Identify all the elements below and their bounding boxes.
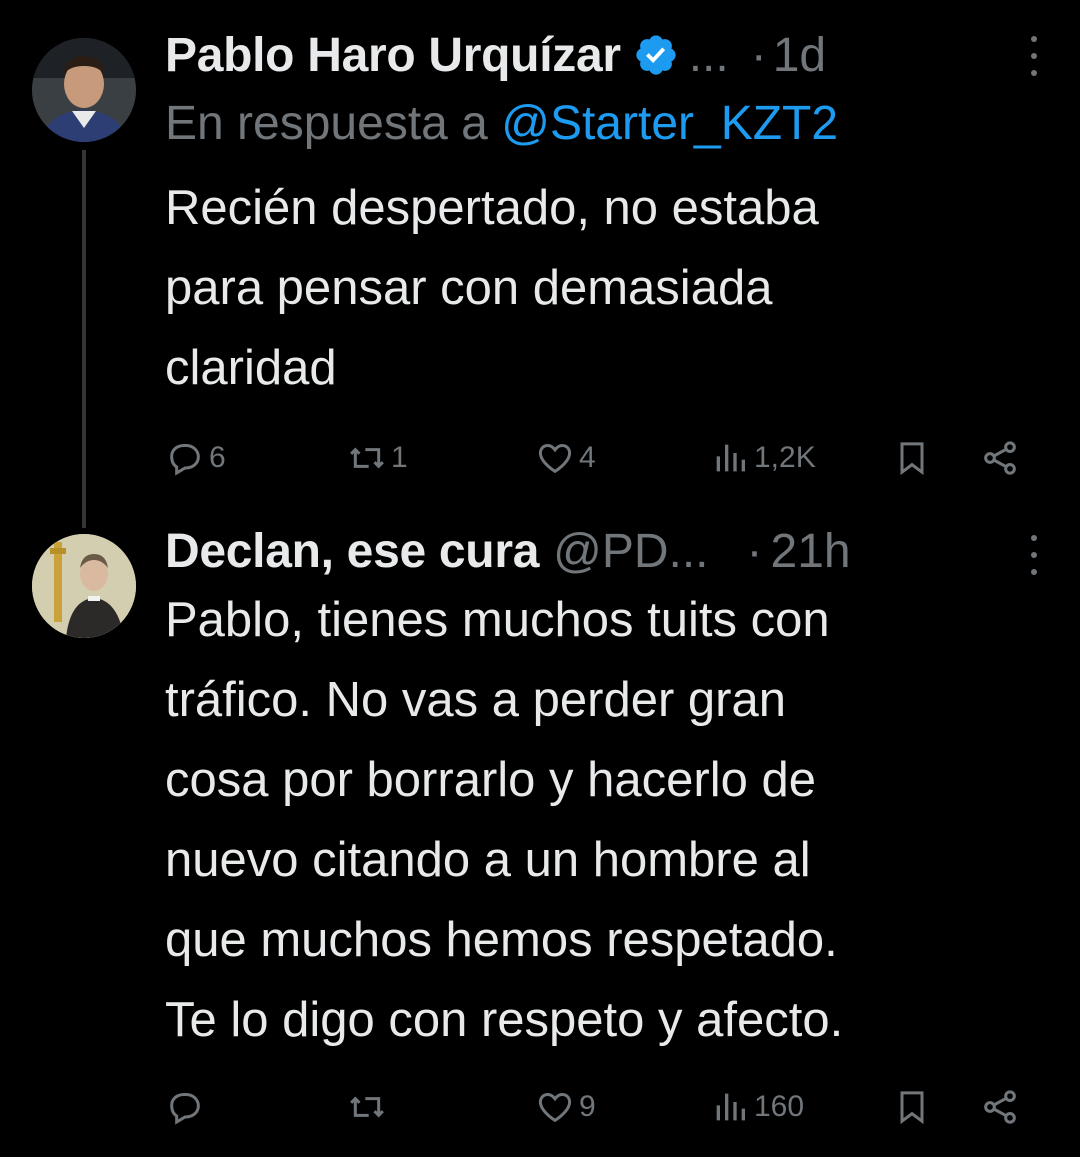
bookmark-button[interactable] (892, 436, 932, 480)
like-icon (538, 1092, 572, 1123)
author-name[interactable]: Pablo Haro Urquízar (165, 28, 621, 83)
share-button[interactable] (980, 436, 1020, 480)
tweet-text: Recién despertado, no estaba para pensar… (165, 181, 819, 395)
reply-button[interactable]: 6 (165, 436, 226, 480)
views-button[interactable]: 160 (710, 1085, 804, 1129)
tweet-2-actions: 9 160 (165, 1085, 1035, 1129)
share-icon (984, 441, 1016, 475)
share-icon (984, 1090, 1016, 1124)
more-options-icon[interactable] (1028, 36, 1040, 76)
share-button[interactable] (980, 1085, 1020, 1129)
tweet-1-header: Pablo Haro Urquízar ... · 1d (165, 25, 1080, 85)
like-count: 9 (579, 1090, 596, 1123)
author-handle[interactable]: @PD... (553, 524, 708, 579)
repost-count: 1 (391, 441, 408, 474)
repost-icon (350, 1096, 384, 1118)
bookmark-button[interactable] (892, 1085, 932, 1129)
views-count: 1,2K (754, 441, 816, 474)
tweet-2-header: Declan, ese cura @PD... · 21h (165, 521, 1080, 581)
reply-button[interactable] (165, 1085, 209, 1129)
reply-icon (170, 1093, 200, 1125)
tweet-2[interactable]: Declan, ese cura @PD... · 21h Pablo, tie… (0, 500, 1080, 1157)
like-count: 4 (579, 441, 596, 474)
repost-button[interactable] (347, 1085, 391, 1129)
views-count: 160 (754, 1090, 805, 1123)
reply-to-mention[interactable]: @Starter_KZT2 (501, 97, 838, 150)
name-truncation: ... (688, 28, 729, 82)
more-options-icon[interactable] (1028, 535, 1040, 575)
reply-to-prefix: En respuesta a (165, 97, 502, 150)
separator-dot: · (750, 28, 767, 82)
repost-icon (350, 447, 384, 469)
views-icon (716, 444, 745, 472)
tweet-1[interactable]: Pablo Haro Urquízar ... · 1d En respuest… (0, 0, 1080, 500)
reply-icon (170, 444, 200, 476)
bookmark-icon (900, 1091, 924, 1125)
verified-badge-icon (636, 35, 676, 75)
avatar-pablo[interactable] (32, 38, 136, 142)
reply-count: 6 (209, 441, 226, 474)
tweet-time[interactable]: 21h (771, 524, 851, 579)
reply-to-line: En respuesta a @Starter_KZT2 (165, 96, 838, 151)
separator-dot: · (746, 524, 763, 578)
tweet-time[interactable]: 1d (773, 28, 826, 83)
views-icon (716, 1093, 745, 1121)
views-button[interactable]: 1,2K (710, 436, 816, 480)
bookmark-icon (900, 442, 924, 476)
like-icon (538, 443, 572, 474)
repost-button[interactable]: 1 (347, 436, 408, 480)
author-name[interactable]: Declan, ese cura (165, 524, 539, 579)
like-button[interactable]: 9 (535, 1085, 596, 1129)
like-button[interactable]: 4 (535, 436, 596, 480)
tweet-1-actions: 6 1 4 1,2K (165, 436, 1035, 480)
avatar-declan[interactable] (32, 534, 136, 638)
tweet-text: Pablo, tienes muchos tuits con tráfico. … (165, 593, 844, 1047)
